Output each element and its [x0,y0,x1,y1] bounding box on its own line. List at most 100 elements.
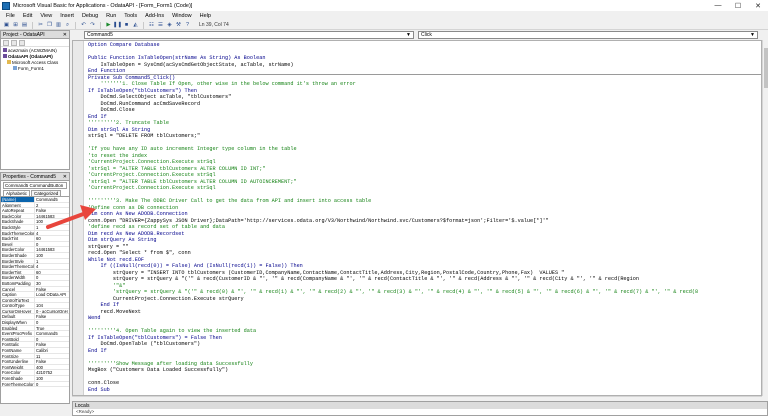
chevron-down-icon: ▼ [406,32,411,38]
property-value[interactable]: False [35,342,69,347]
menu-item-tools[interactable]: Tools [120,13,141,19]
property-name: DisplayWhen [1,320,35,325]
property-value[interactable]: 1 [35,259,69,264]
property-value[interactable]: 4210752 [35,370,69,375]
property-value[interactable]: 400 [35,365,69,370]
property-value[interactable]: False [35,314,69,319]
property-name: BackStyle [1,224,35,230]
property-value[interactable]: Load OData API [35,292,69,297]
property-value[interactable]: 100 [35,376,69,381]
toolbar-divider [75,21,76,29]
menu-item-window[interactable]: Window [168,13,196,19]
property-value[interactable]: 11 [35,354,69,359]
find-icon[interactable]: ⌕ [64,22,71,29]
property-value[interactable]: 0 [35,275,69,280]
property-name: FontSize [1,353,35,359]
property-grid: (Name) Command5 Alignment 2 AutoRepeat False B… [1,197,69,402]
object-browser-icon[interactable]: ◈ [166,22,173,29]
design-icon[interactable]: ◭ [132,22,139,29]
property-value[interactable]: Command5 [35,331,69,336]
property-value[interactable]: 100 [35,253,69,258]
property-value[interactable]: 100 [35,219,69,224]
close-icon[interactable]: ✕ [63,174,67,180]
property-value[interactable]: 60 [35,270,69,275]
close-icon[interactable]: ✕ [63,32,67,38]
code-lines[interactable]: Option Compare Database Public Function I… [88,42,761,393]
menu-item-help[interactable]: Help [196,13,215,19]
property-name: Enabled [1,325,35,331]
menu-item-debug[interactable]: Debug [78,13,102,19]
margin-indicator-bar[interactable] [73,41,84,395]
property-value[interactable]: 4 [35,264,69,269]
run-icon[interactable]: ▶ [105,22,112,29]
property-value[interactable]: 2 [35,203,69,208]
break-icon[interactable]: ❚❚ [113,22,122,29]
property-value[interactable]: False [35,359,69,364]
code-line[interactable]: End Sub [88,387,761,394]
property-row[interactable]: ForeThemeColor 0 [1,381,69,388]
property-value[interactable]: 0 [35,337,69,342]
reset-icon[interactable]: ■ [123,22,130,29]
property-value[interactable] [35,298,69,303]
property-value[interactable]: False [35,287,69,292]
project-explorer-title-bar: Project - OdataAPI ✕ [1,31,69,39]
property-value[interactable]: 0 [35,320,69,325]
paste-icon[interactable]: ▥ [55,22,62,29]
tree-item-label: Microsoft Access Class [12,59,59,65]
property-value[interactable]: Command5 [35,197,69,202]
tab-alphabetic[interactable]: Alphabetic [3,190,31,196]
undo-icon[interactable]: ↶ [80,22,87,29]
tree-item-form1[interactable]: Form_Form1 [1,65,69,71]
minimize-button[interactable]: — [708,0,728,11]
properties-icon[interactable]: ☰ [157,22,164,29]
copy-icon[interactable]: ❐ [46,22,53,29]
vertical-scrollbar[interactable] [762,40,768,396]
property-value[interactable]: 4 [35,231,69,236]
menu-item-view[interactable]: View [36,13,56,19]
form-icon [13,66,17,70]
insert-icon[interactable]: ⊞ [12,22,19,29]
property-value[interactable]: 0 [35,242,69,247]
menu-item-file[interactable]: File [2,13,19,19]
property-value[interactable]: 0 - acCursorOnH [35,309,69,314]
procedure-dropdown[interactable]: Click ▼ [418,31,758,39]
code-editor[interactable]: Option Compare Database Public Function I… [72,40,762,396]
property-value[interactable]: True [35,326,69,331]
help-icon[interactable]: ? [184,22,191,29]
property-value[interactable]: 1 [35,225,69,230]
property-value[interactable]: 14461583 [35,247,69,252]
property-value[interactable]: 0 [35,382,69,387]
tab-categorized[interactable]: Categorized [31,190,62,196]
cut-icon[interactable]: ✂ [37,22,44,29]
redo-icon[interactable]: ↷ [89,22,96,29]
toolbox-icon[interactable]: ⚒ [175,22,182,29]
property-value[interactable]: 60 [35,236,69,241]
menu-item-add-ins[interactable]: Add-Ins [141,13,168,19]
menu-item-insert[interactable]: Insert [56,13,78,19]
property-value[interactable]: False [35,208,69,213]
view-object-icon[interactable] [11,39,17,46]
property-name: Cancel [1,286,35,292]
scrollbar-thumb[interactable] [764,48,768,88]
property-name: ControlType [1,303,35,308]
property-name: BorderStyle [1,258,35,264]
property-value[interactable]: 104 [35,303,69,308]
chevron-down-icon: ▼ [750,32,755,38]
close-button[interactable]: ✕ [748,0,768,11]
object-dropdown[interactable]: Command5 ▼ [84,31,414,39]
folder-icon [7,60,11,64]
save-icon[interactable]: ▤ [21,22,28,29]
property-value[interactable]: 14461583 [35,214,69,219]
access-icon[interactable]: ▣ [3,22,10,29]
property-value[interactable]: Calibri [35,348,69,353]
object-combo[interactable]: Command5 CommandButton [3,182,67,189]
toggle-folders-icon[interactable] [19,39,25,46]
menu-item-edit[interactable]: Edit [19,13,36,19]
vba-project-icon [3,48,7,52]
view-code-icon[interactable] [3,39,9,46]
menu-item-run[interactable]: Run [102,13,120,19]
maximize-button[interactable]: ☐ [728,0,748,11]
code-line[interactable]: 'strQuery = strQuery & "('" & recd(0) & … [88,289,761,296]
property-value[interactable]: 30 [35,281,69,286]
project-explorer-icon[interactable]: ☷ [148,22,155,29]
